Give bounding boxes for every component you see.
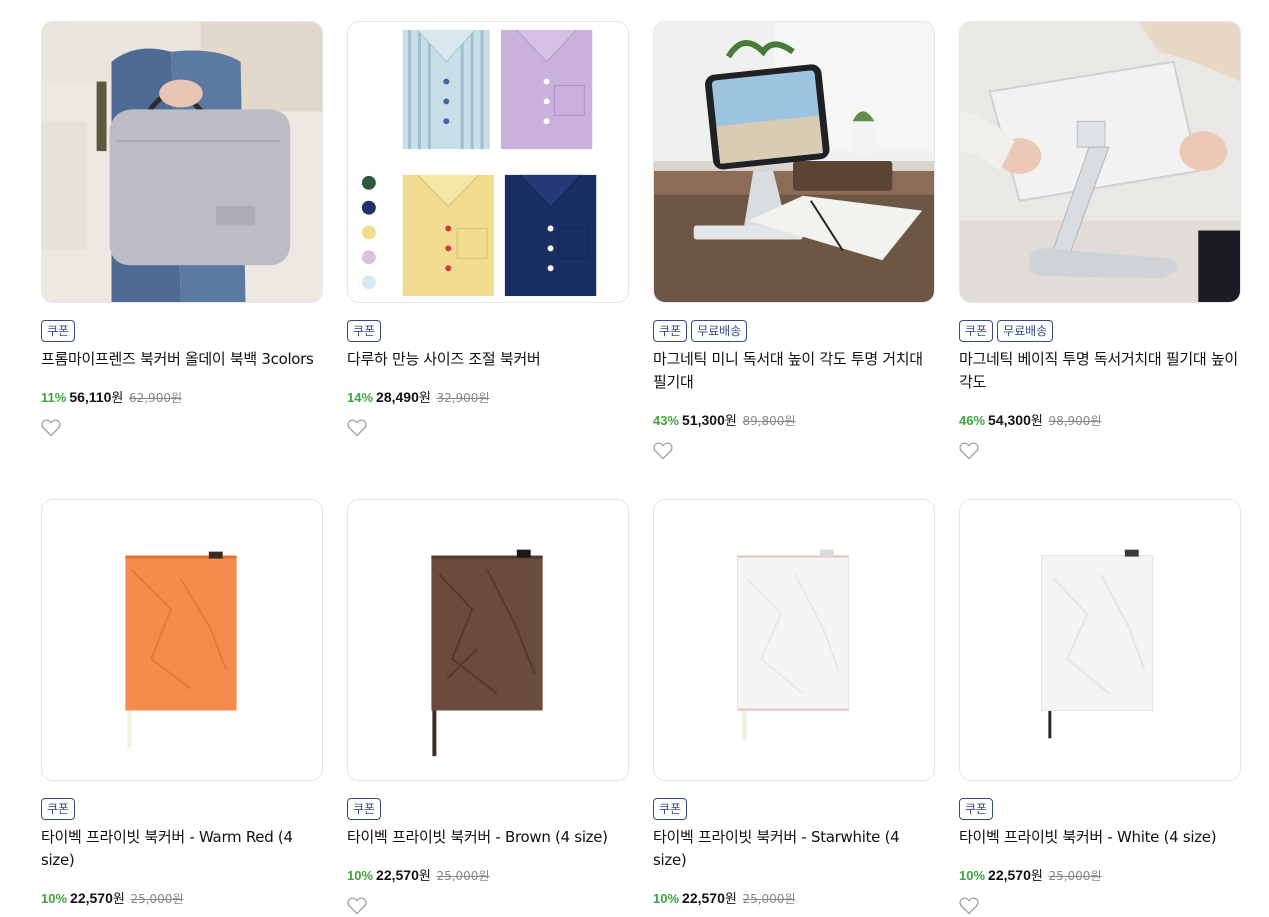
original-price: 25,000원 <box>436 869 490 883</box>
original-price: 25,000원 <box>1048 869 1102 883</box>
sale-price: 22,570 <box>682 890 725 906</box>
badge-group: 쿠폰 무료배송 <box>653 320 935 342</box>
original-price: 25,000원 <box>742 892 796 906</box>
price-row: 10% 22,570원 25,000원 <box>653 889 935 909</box>
currency-unit: 원 <box>112 892 125 907</box>
price-row: 46% 54,300원 98,900원 <box>959 411 1241 431</box>
discount-rate: 10% <box>41 891 68 906</box>
product-title[interactable]: 타이벡 프라이빗 북커버 - Warm Red (4 size) <box>41 826 323 872</box>
product-card[interactable]: 쿠폰 타이벡 프라이빗 북커버 - White (4 size) 10% 22,5… <box>959 499 1241 915</box>
product-card[interactable]: 쿠폰 타이벡 프라이빗 북커버 - Starwhite (4 size) 10%… <box>653 499 935 917</box>
heart-icon[interactable] <box>347 897 367 915</box>
badge-group: 쿠폰 무료배송 <box>959 320 1241 342</box>
discount-rate: 43% <box>653 413 680 428</box>
discount-rate: 46% <box>959 413 986 428</box>
original-price: 25,000원 <box>130 892 184 906</box>
product-card[interactable]: 쿠폰 타이벡 프라이빗 북커버 - Brown (4 size) 10% 22,5… <box>347 499 629 915</box>
currency-unit: 원 <box>1030 414 1043 429</box>
badge-group: 쿠폰 <box>959 798 1241 820</box>
badge-group: 쿠폰 <box>41 798 323 820</box>
discount-rate: 14% <box>347 390 374 405</box>
heart-icon[interactable] <box>959 442 979 460</box>
product-title[interactable]: 타이벡 프라이빗 북커버 - White (4 size) <box>959 826 1241 849</box>
product-image-brown-cover[interactable] <box>347 499 629 781</box>
product-title[interactable]: 마그네틱 미니 독서대 높이 각도 투명 거치대 필기대 <box>653 348 935 394</box>
price-row: 14% 28,490원 32,900원 <box>347 388 629 408</box>
product-image-warm-red-cover[interactable] <box>41 499 323 781</box>
coupon-badge: 쿠폰 <box>653 798 688 820</box>
product-image-mini-stand[interactable] <box>653 21 935 303</box>
product-card[interactable]: 쿠폰 프롬마이프렌즈 북커버 올데이 북백 3colors 11% 56,110원… <box>41 21 323 437</box>
sale-price: 56,110 <box>69 389 112 405</box>
badge-group: 쿠폰 <box>347 798 629 820</box>
badge-group: 쿠폰 <box>41 320 323 342</box>
product-title[interactable]: 타이벡 프라이빗 북커버 - Starwhite (4 size) <box>653 826 935 872</box>
currency-unit: 원 <box>1030 869 1043 884</box>
currency-unit: 원 <box>724 892 737 907</box>
discount-rate: 10% <box>347 868 374 883</box>
discount-rate: 10% <box>653 891 680 906</box>
heart-icon[interactable] <box>347 419 367 437</box>
product-image-clear-stand[interactable] <box>959 21 1241 303</box>
price-row: 10% 22,570원 25,000원 <box>347 866 629 886</box>
sale-price: 54,300 <box>988 412 1031 428</box>
heart-icon[interactable] <box>959 897 979 915</box>
product-card[interactable]: 쿠폰 무료배송 마그네틱 미니 독서대 높이 각도 투명 거치대 필기대 43%… <box>653 21 935 460</box>
coupon-badge: 쿠폰 <box>347 320 382 342</box>
price-row: 43% 51,300원 89,800원 <box>653 411 935 431</box>
price-row: 10% 22,570원 25,000원 <box>41 889 323 909</box>
sale-price: 22,570 <box>376 867 419 883</box>
currency-unit: 원 <box>418 391 431 406</box>
price-row: 10% 22,570원 25,000원 <box>959 866 1241 886</box>
product-title[interactable]: 프롬마이프렌즈 북커버 올데이 북백 3colors <box>41 348 323 371</box>
product-title[interactable]: 타이벡 프라이빗 북커버 - Brown (4 size) <box>347 826 629 849</box>
product-image-shirt-covers[interactable] <box>347 21 629 303</box>
free-shipping-badge: 무료배송 <box>997 320 1054 342</box>
product-image-book-bag[interactable] <box>41 21 323 303</box>
sale-price: 28,490 <box>376 389 419 405</box>
original-price: 89,800원 <box>742 414 796 428</box>
coupon-badge: 쿠폰 <box>347 798 382 820</box>
product-image-white-cover[interactable] <box>959 499 1241 781</box>
discount-rate: 11% <box>41 390 67 405</box>
price-row: 11% 56,110원 62,900원 <box>41 388 323 408</box>
coupon-badge: 쿠폰 <box>653 320 688 342</box>
currency-unit: 원 <box>418 869 431 884</box>
heart-icon[interactable] <box>653 442 673 460</box>
product-card[interactable]: 쿠폰 다루하 만능 사이즈 조절 북커버 14% 28,490원 32,900원 <box>347 21 629 437</box>
product-title[interactable]: 다루하 만능 사이즈 조절 북커버 <box>347 348 629 371</box>
coupon-badge: 쿠폰 <box>959 320 994 342</box>
original-price: 62,900원 <box>128 391 182 405</box>
original-price: 98,900원 <box>1048 414 1102 428</box>
badge-group: 쿠폰 <box>653 798 935 820</box>
heart-icon[interactable] <box>41 419 61 437</box>
sale-price: 22,570 <box>988 867 1031 883</box>
badge-group: 쿠폰 <box>347 320 629 342</box>
currency-unit: 원 <box>724 414 737 429</box>
product-card[interactable]: 쿠폰 무료배송 마그네틱 베이직 투명 독서거치대 필기대 높이 각도 46% 5… <box>959 21 1241 460</box>
product-title[interactable]: 마그네틱 베이직 투명 독서거치대 필기대 높이 각도 <box>959 348 1241 394</box>
original-price: 32,900원 <box>436 391 490 405</box>
currency-unit: 원 <box>111 391 124 406</box>
coupon-badge: 쿠폰 <box>41 320 76 342</box>
sale-price: 51,300 <box>682 412 725 428</box>
discount-rate: 10% <box>959 868 986 883</box>
sale-price: 22,570 <box>70 890 113 906</box>
coupon-badge: 쿠폰 <box>41 798 76 820</box>
product-image-starwhite-cover[interactable] <box>653 499 935 781</box>
product-card[interactable]: 쿠폰 타이벡 프라이빗 북커버 - Warm Red (4 size) 10% 2… <box>41 499 323 917</box>
free-shipping-badge: 무료배송 <box>691 320 748 342</box>
coupon-badge: 쿠폰 <box>959 798 994 820</box>
